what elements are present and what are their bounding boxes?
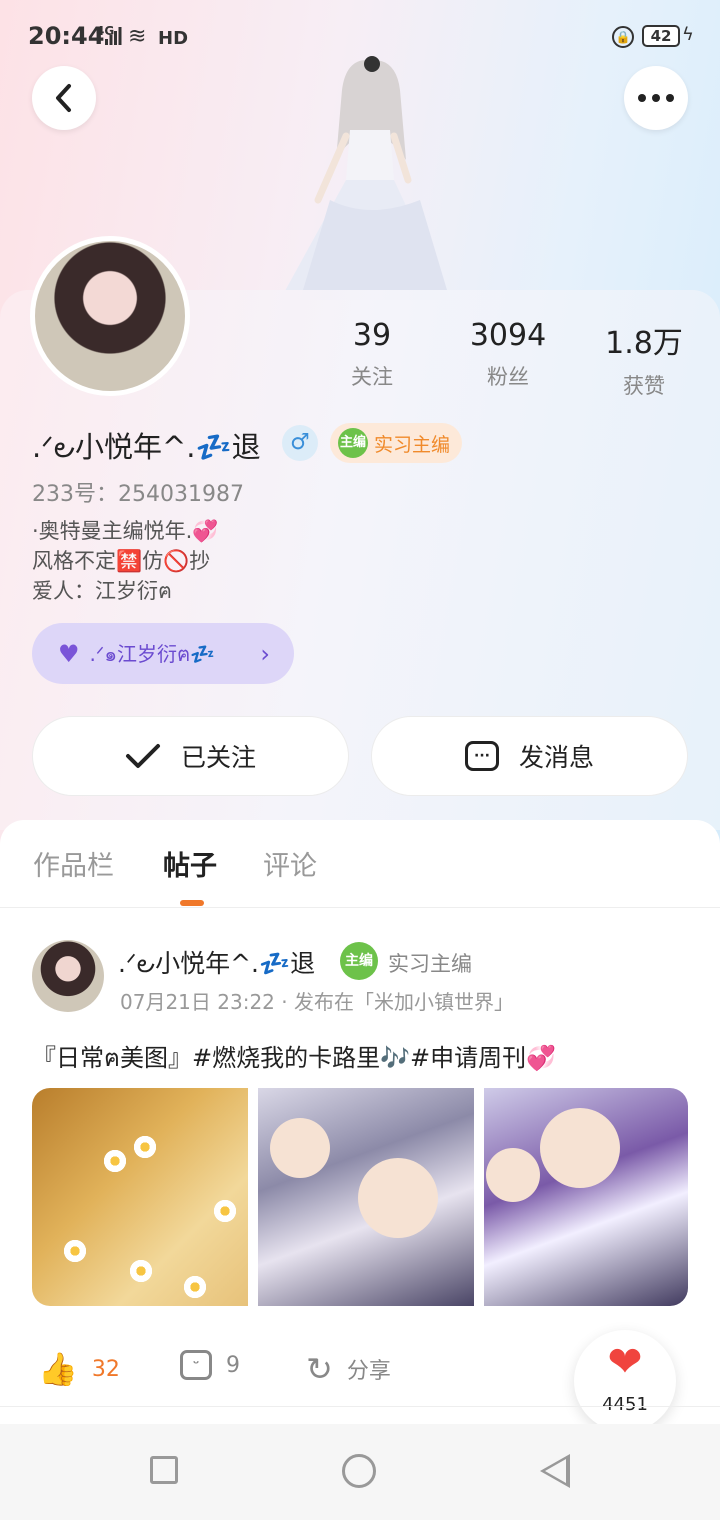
- share-icon: ↻: [306, 1350, 333, 1388]
- recents-icon[interactable]: [150, 1456, 178, 1484]
- tab-active-indicator: [180, 900, 204, 906]
- stat-value: 39: [352, 318, 392, 353]
- tab-comments[interactable]: 评论: [263, 844, 317, 883]
- stat-value: 1.8万: [605, 326, 683, 361]
- thumbs-up-icon: 👍: [38, 1350, 78, 1388]
- check-icon: [125, 744, 160, 768]
- rotation-lock-icon: 🔒: [612, 26, 634, 48]
- status-time: 20:44: [28, 22, 105, 50]
- username: .ᐟ౿小悦年^.💤退: [32, 430, 261, 464]
- post-image[interactable]: [258, 1088, 474, 1306]
- more-dots-icon: [638, 94, 674, 102]
- tab-posts[interactable]: 帖子: [163, 844, 217, 883]
- system-nav-bar: [0, 1424, 720, 1520]
- like-count: 32: [91, 1356, 120, 1382]
- hd-indicator: HD: [158, 28, 189, 49]
- stat-likes[interactable]: 1.8万 获赞: [584, 318, 704, 400]
- heart-icon: ♥: [58, 639, 80, 668]
- editor-badge-icon: 主编: [338, 428, 368, 458]
- stat-value: 3094: [469, 318, 547, 353]
- stat-followers[interactable]: 3094 粉丝: [448, 318, 568, 391]
- editor-badge-icon: 主编: [340, 942, 378, 980]
- content-panel: 作品栏 帖子 评论 .ᐟ౿小悦年^.💤退 主编 实习主编 07月21日 23:2…: [0, 820, 720, 1440]
- avatar[interactable]: [30, 236, 190, 396]
- couple-link[interactable]: ♥ .ᐟ๑江岁衍ฅ💤 ›: [32, 623, 294, 684]
- post-text: 『日常ฅ美图』#燃烧我的卡路里🎶#申请周刊💞: [32, 1044, 557, 1072]
- post-image[interactable]: [484, 1088, 688, 1306]
- stat-label: 关注: [351, 365, 393, 389]
- wifi-icon: ≋: [128, 24, 147, 49]
- followed-label: 已关注: [180, 743, 256, 772]
- post-meta: 07月21日 23:22 · 发布在「米加小镇世界」: [120, 990, 514, 1014]
- male-gender-icon: ♂: [282, 425, 318, 461]
- comment-icon: ᵕ: [180, 1350, 212, 1380]
- like-button[interactable]: 👍 32: [38, 1350, 120, 1388]
- stat-label: 粉丝: [487, 365, 529, 389]
- title-badge-label: 实习主编: [374, 433, 451, 456]
- bio: ·奥特曼主编悦年.💞 风格不定🈲仿🚫抄 爱人：江岁衍ฅ: [32, 516, 219, 606]
- tab-works[interactable]: 作品栏: [33, 844, 114, 883]
- comment-button[interactable]: ᵕ 9: [180, 1350, 240, 1380]
- home-icon[interactable]: [342, 1454, 376, 1488]
- stat-label: 获赞: [623, 374, 665, 398]
- chevron-left-icon: [56, 84, 71, 112]
- back-button[interactable]: [32, 66, 96, 130]
- share-button[interactable]: ↻ 分享: [306, 1350, 391, 1388]
- signal-icon: [105, 27, 122, 45]
- more-options-button[interactable]: [624, 66, 688, 130]
- post-image[interactable]: [32, 1088, 248, 1306]
- send-message-label: 发消息: [518, 743, 594, 772]
- comment-count: 9: [226, 1352, 240, 1378]
- bio-line: ·奥特曼主编悦年.💞: [32, 519, 219, 543]
- chevron-right-icon: ›: [260, 639, 270, 668]
- message-icon: ···: [464, 741, 499, 771]
- post-author-avatar[interactable]: [32, 940, 104, 1012]
- stat-following[interactable]: 39 关注: [312, 318, 432, 391]
- send-message-button[interactable]: ··· 发消息: [371, 716, 688, 796]
- post-author-name[interactable]: .ᐟ౿小悦年^.💤退: [118, 944, 315, 985]
- divider: [0, 1406, 720, 1407]
- post-actions: 👍 32 ᵕ 9 ↻ 分享: [0, 1350, 720, 1410]
- title-badge[interactable]: 主编 实习主编: [330, 423, 463, 463]
- charging-icon: ϟ: [682, 24, 694, 45]
- bio-line: 风格不定🈲仿🚫抄: [32, 549, 211, 573]
- tab-bar: 作品栏 帖子 评论: [0, 820, 720, 908]
- character-illustration: [280, 56, 450, 300]
- bio-line: 爱人：江岁衍ฅ: [32, 579, 173, 603]
- post-author-title: 实习主编: [388, 952, 472, 976]
- couple-name: .ᐟ๑江岁衍ฅ💤: [89, 641, 216, 666]
- share-label: 分享: [346, 1359, 391, 1384]
- battery-icon: 42: [642, 25, 680, 47]
- followed-button[interactable]: 已关注: [32, 716, 349, 796]
- post-image-grid: [32, 1088, 688, 1306]
- user-id: 233号：254031987: [32, 482, 244, 507]
